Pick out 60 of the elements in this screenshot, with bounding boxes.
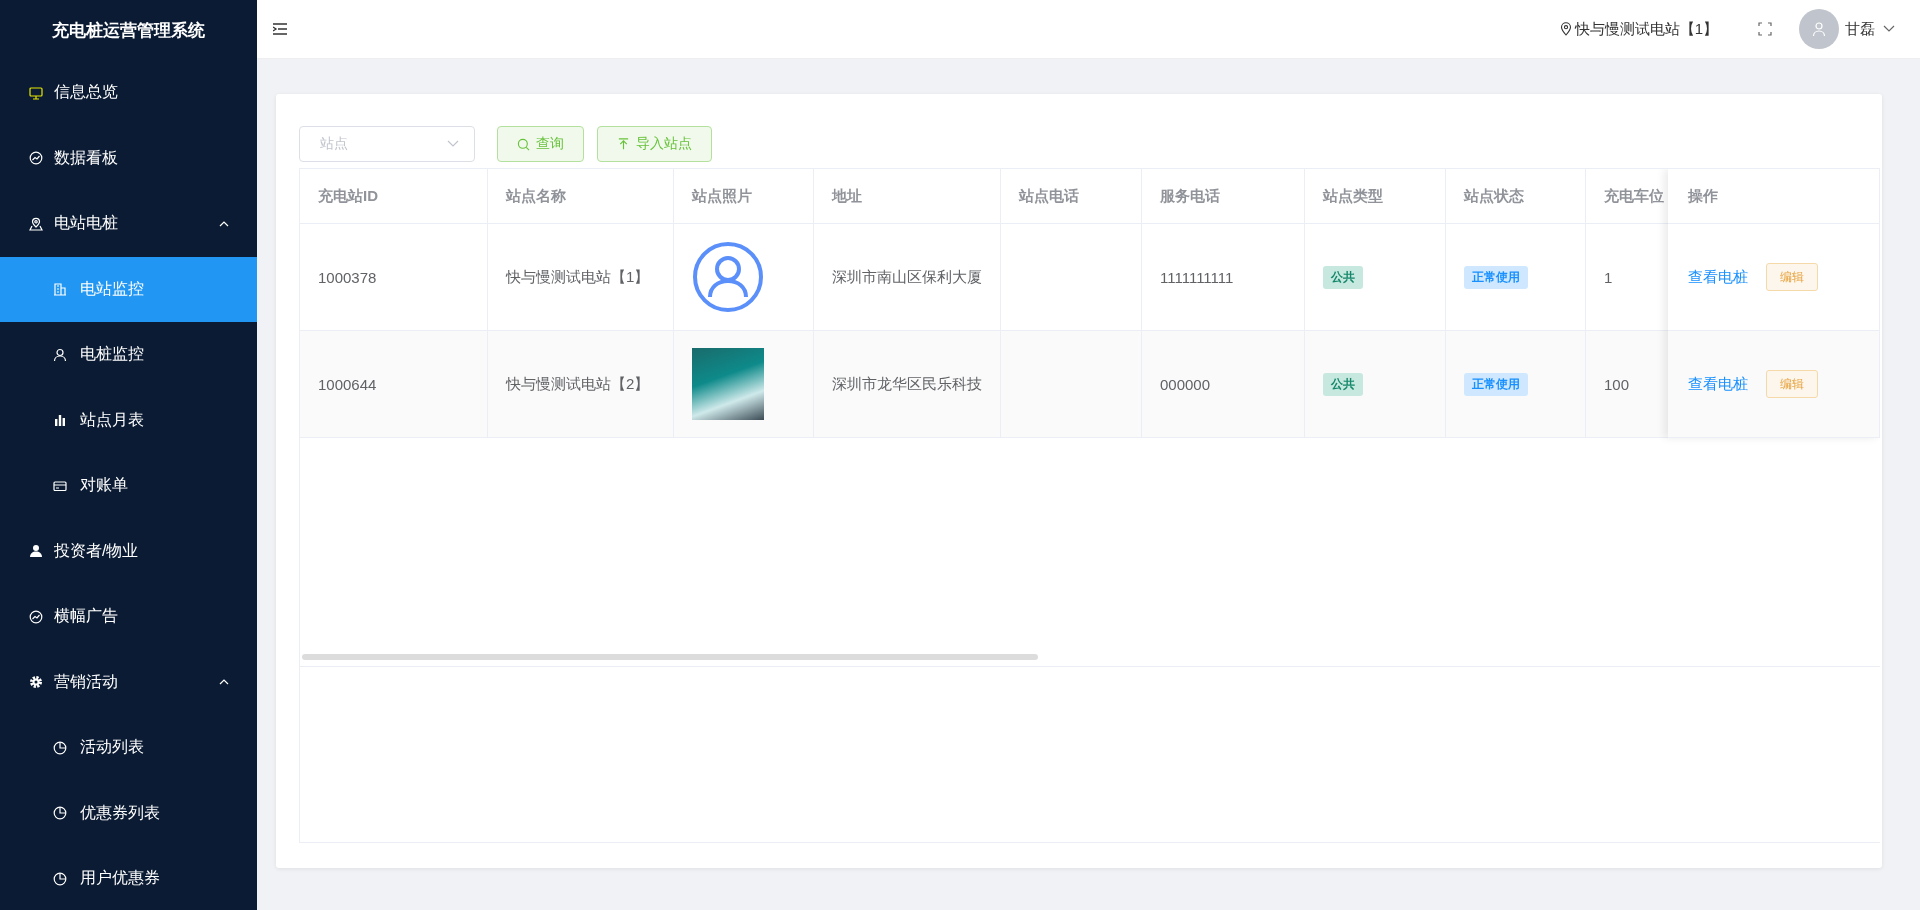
location-pin-icon [1559,22,1572,36]
gauge-icon [29,609,43,624]
submenu-item[interactable]: 活动列表 [0,715,257,781]
column-header: 站点状态 [1446,169,1586,224]
menu-item[interactable]: 数据看板 [0,125,257,191]
submenu-item[interactable]: 电桩监控 [0,322,257,388]
caret-icon[interactable] [1883,25,1895,33]
menu-icon[interactable] [273,23,287,35]
type-tag: 公共 [1323,265,1363,289]
column-header: 充电站ID [300,169,488,224]
type-tag: 公共 [1323,372,1363,396]
submenu-item[interactable]: 用户优惠券 [0,846,257,910]
pie-chart-icon [53,806,67,821]
column-header: 地址 [814,169,1001,224]
status-tag: 正常使用 [1464,372,1528,396]
chevron-icon [219,220,229,227]
column-header: 服务电话 [1142,169,1305,224]
menu-item[interactable]: 电站电桩 [0,191,257,257]
column-header: 站点名称 [488,169,674,224]
upload-icon [617,137,630,151]
table-cell: 快与慢测试电站【1】 [488,224,674,331]
card-icon [53,478,67,493]
person-outline-icon [53,347,67,362]
table-cell: 深圳市龙华区民乐科技 [814,331,1001,438]
submenu-item[interactable]: 站点月表 [0,387,257,453]
table-cell: 1000644 [300,331,488,438]
bar-chart-icon [53,413,67,428]
app-title: 充电桩运营管理系统 [51,19,206,42]
submenu-item[interactable]: 对账单 [0,453,257,519]
column-header: 站点类型 [1305,169,1446,224]
table-cell: 快与慢测试电站【2】 [488,331,674,438]
table-cell: 000000 [1142,331,1305,438]
column-header: 操作 [1668,169,1880,224]
pie-chart-icon [53,871,67,886]
gear-icon [29,675,43,690]
table-cell: 深圳市南山区保利大厦 [814,224,1001,331]
building-icon [53,282,67,297]
caret-icon [447,140,459,148]
menu-item[interactable]: 横幅广告 [0,584,257,650]
avatar[interactable] [1799,9,1839,49]
table-cell: 1000378 [300,224,488,331]
menu-item[interactable]: 投资者/物业 [0,518,257,584]
fullscreen-icon[interactable] [1758,22,1772,36]
user-circle-icon [692,241,764,313]
menu-item[interactable]: 信息总览 [0,60,257,126]
column-header: 站点照片 [674,169,814,224]
user-name[interactable]: 甘磊 [1845,19,1875,39]
submenu-item[interactable]: 优惠券列表 [0,780,257,846]
person-icon [29,544,43,559]
chevron-icon [219,679,229,686]
monitor-icon [29,85,43,100]
status-tag: 正常使用 [1464,265,1528,289]
search-icon [517,137,530,151]
table-cell: 1111111111 [1142,224,1305,331]
column-header: 站点电话 [1001,169,1142,224]
gauge-icon [29,151,43,166]
menu-item[interactable]: 营销活动 [0,649,257,715]
map-pin-icon [29,216,43,231]
photo-placeholder [692,348,764,420]
pie-chart-icon [53,740,67,755]
